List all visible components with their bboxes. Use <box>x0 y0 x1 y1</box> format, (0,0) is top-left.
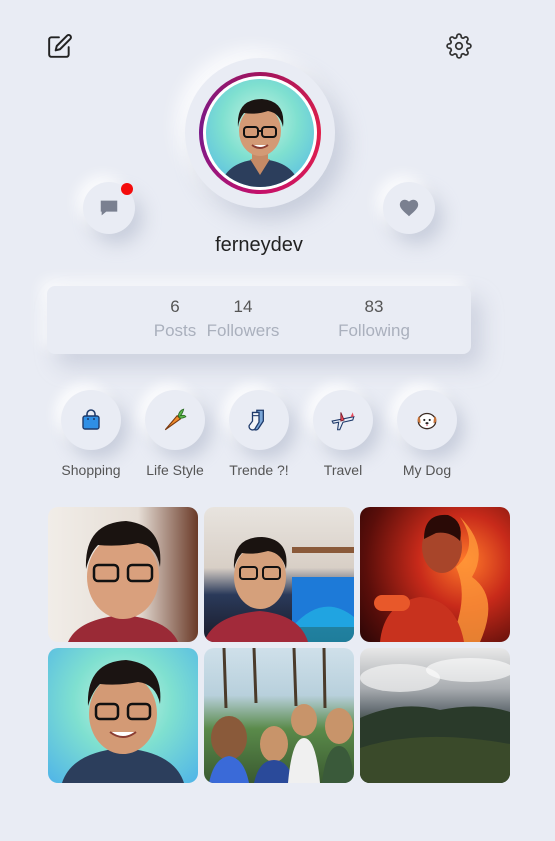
settings-button[interactable] <box>445 32 473 60</box>
story-ring <box>199 72 321 194</box>
stat-label: Following <box>338 321 410 340</box>
highlight-shopping[interactable]: Shopping <box>46 390 136 478</box>
highlight-circle[interactable] <box>229 390 289 450</box>
stats-panel: 6 Posts 14 Followers 83 Following <box>47 286 471 354</box>
highlight-my-dog[interactable]: My Dog <box>382 390 472 478</box>
highlight-label: Shopping <box>61 462 121 478</box>
highlight-label: Travel <box>323 462 363 478</box>
socks-icon <box>248 409 264 431</box>
shopping-bag-icon <box>82 409 100 430</box>
highlight-circle[interactable] <box>145 390 205 450</box>
post-thumbnail[interactable] <box>360 507 510 642</box>
carrot-icon <box>164 408 187 431</box>
post-thumbnail[interactable] <box>360 648 510 783</box>
messages-button[interactable] <box>83 182 135 234</box>
highlight-trende[interactable]: Trende ?! <box>214 390 304 478</box>
edit-profile-button[interactable] <box>46 32 74 60</box>
airplane-icon <box>331 412 355 431</box>
stat-label: Followers <box>206 321 280 340</box>
highlight-circle[interactable] <box>397 390 457 450</box>
avatar-border <box>203 76 317 190</box>
avatar-photo <box>206 79 314 187</box>
highlight-label: Life Style <box>146 462 204 478</box>
highlight-label: My Dog <box>402 462 452 478</box>
post-thumbnail[interactable] <box>48 507 198 642</box>
highlight-label: Trende ?! <box>229 462 289 478</box>
username: ferneydev <box>215 234 303 256</box>
post-thumbnail[interactable] <box>204 507 354 642</box>
profile-avatar[interactable] <box>185 58 335 208</box>
notification-dot <box>121 183 133 195</box>
highlight-life-style[interactable]: Life Style <box>130 390 220 478</box>
stat-count: 14 <box>233 297 253 316</box>
edit-icon <box>48 34 72 58</box>
stat-following[interactable]: 83 Following <box>319 296 429 344</box>
post-thumbnail[interactable] <box>48 648 198 783</box>
highlight-circle[interactable] <box>61 390 121 450</box>
highlight-circle[interactable] <box>313 390 373 450</box>
likes-button[interactable] <box>383 182 435 234</box>
stat-count: 83 <box>364 297 384 316</box>
heart-icon <box>399 199 419 217</box>
post-thumbnail[interactable] <box>204 648 354 783</box>
gear-icon <box>446 33 472 59</box>
highlight-travel[interactable]: Travel <box>298 390 388 478</box>
dog-icon <box>417 412 437 430</box>
chat-bubble-icon <box>100 200 118 216</box>
stat-followers[interactable]: 14 Followers <box>188 296 298 344</box>
